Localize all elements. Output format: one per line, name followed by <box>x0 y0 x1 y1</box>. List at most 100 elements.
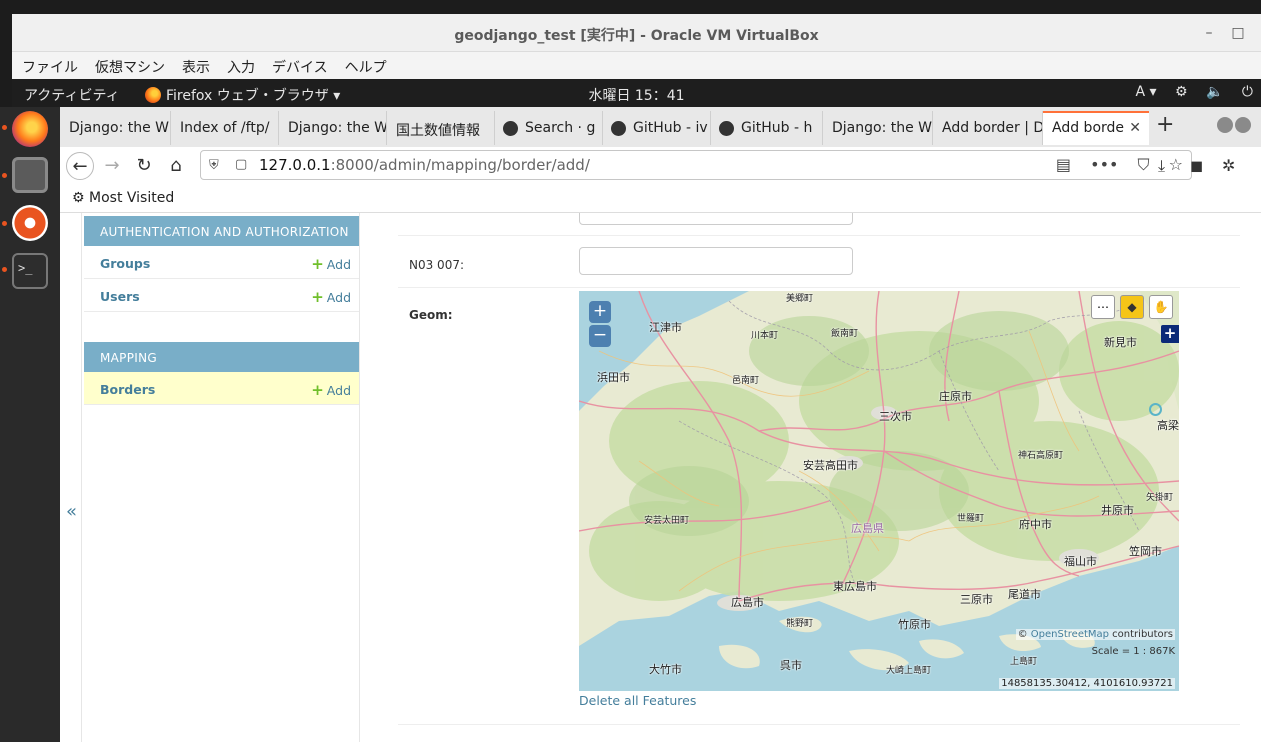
add-borders-link[interactable]: + Add <box>311 381 351 399</box>
reload-button[interactable]: ↻ <box>130 152 158 180</box>
osm-link[interactable]: OpenStreetMap <box>1031 629 1109 640</box>
download-icon[interactable]: ⤓ <box>1158 156 1165 176</box>
tab-kokudo[interactable]: 国土数値情報 <box>387 111 495 145</box>
maximize-button[interactable]: □ <box>1228 23 1248 43</box>
nav-sidebar-toggle[interactable]: « <box>60 213 82 742</box>
bookmarks-toolbar: ⚙ Most Visited <box>60 183 1261 213</box>
add-label: Add <box>326 290 351 305</box>
module-mapping: MAPPING Borders + Add <box>84 342 359 405</box>
n03-007-input[interactable] <box>579 247 853 275</box>
bookmark-star-icon[interactable]: ☆ <box>1169 155 1183 174</box>
tab-github-2[interactable]: GitHub - h <box>711 111 823 145</box>
tab-label: GitHub - iv <box>633 120 708 136</box>
clock[interactable]: 水曜日 15：41 <box>12 85 1261 105</box>
back-button[interactable]: ← <box>66 152 94 180</box>
delete-all-features-link[interactable]: Delete all Features <box>579 693 696 708</box>
tab-django-1[interactable]: Django: the W <box>60 111 171 145</box>
map-label: 美郷町 <box>786 294 814 304</box>
new-tab-button[interactable]: + <box>1156 112 1174 137</box>
url-host: 127.0.0.1 <box>259 156 331 174</box>
map-label: 川本町 <box>751 331 779 341</box>
add-label: Add <box>326 257 351 272</box>
tab-github-search[interactable]: Search · g <box>495 111 603 145</box>
tab-django-2[interactable]: Django: the W <box>279 111 387 145</box>
module-auth: AUTHENTICATION AND AUTHORIZATION Groups … <box>84 216 359 312</box>
form-row-n03-007: N03 007: <box>398 236 1240 288</box>
reader-view-icon[interactable]: ▤ <box>1056 155 1071 174</box>
map-label: 呉市 <box>780 659 802 672</box>
django-admin-page: « AUTHENTICATION AND AUTHORIZATION Group… <box>60 213 1261 742</box>
input-method-indicator[interactable]: A ▾ <box>1136 84 1157 100</box>
draw-point-tool-icon[interactable]: ⋯ <box>1091 295 1115 319</box>
tab-github-1[interactable]: GitHub - iv <box>603 111 711 145</box>
close-window-icon[interactable] <box>1235 117 1251 133</box>
extension-icon[interactable]: ◼ <box>1190 156 1203 175</box>
module-caption[interactable]: MAPPING <box>84 342 359 372</box>
most-visited-bookmark[interactable]: ⚙ Most Visited <box>72 190 174 206</box>
system-tray[interactable]: A ▾ ⚙ 🔈 ⏻ <box>1122 84 1254 100</box>
pocket-icon[interactable]: ⛉ <box>1138 155 1150 174</box>
zoom-in-button[interactable]: + <box>589 301 611 323</box>
software-dock-icon[interactable] <box>12 205 48 241</box>
menu-file[interactable]: ファイル <box>12 52 85 77</box>
model-link-groups[interactable]: Groups <box>100 256 150 271</box>
add-users-link[interactable]: + Add <box>311 288 351 306</box>
map-label: 安芸高田市 <box>803 459 858 472</box>
tab-index-ftp[interactable]: Index of /ftp/ <box>171 111 279 145</box>
pan-tool-icon[interactable]: ✋ <box>1149 295 1173 319</box>
url-text[interactable]: 127.0.0.1:8000/admin/mapping/border/add/ <box>259 156 590 174</box>
github-icon <box>503 121 518 136</box>
menu-devices[interactable]: デバイス <box>262 52 335 77</box>
page-info-icon[interactable]: ▢ <box>235 157 247 172</box>
close-icon[interactable]: ✕ <box>1129 120 1141 136</box>
map-label: 矢掛町 <box>1146 493 1174 503</box>
map-label: 新見市 <box>1104 336 1137 349</box>
menu-help[interactable]: ヘルプ <box>335 52 394 77</box>
url-bar[interactable]: ⛨ ▢ 127.0.0.1:8000/admin/mapping/border/… <box>200 150 1192 180</box>
field-label-n03-007: N03 007: <box>409 258 465 272</box>
zoom-out-button[interactable]: − <box>589 325 611 347</box>
volume-icon[interactable]: 🔈 <box>1206 84 1223 100</box>
model-link-borders[interactable]: Borders <box>100 382 155 397</box>
menu-input[interactable]: 入力 <box>217 52 262 77</box>
tab-label: GitHub - h <box>741 120 813 136</box>
page-actions-icon[interactable]: ••• <box>1090 155 1118 174</box>
running-indicator <box>2 125 7 130</box>
collapse-icon[interactable]: « <box>66 501 77 522</box>
ubuntu-dock: >_ <box>0 107 60 742</box>
terminal-dock-icon[interactable]: >_ <box>12 253 48 289</box>
gnome-topbar: アクティビティ Firefox ウェブ・ブラウザ ▾ 水曜日 15：41 A ▾… <box>12 79 1261 107</box>
tab-strip: Django: the W Index of /ftp/ Django: the… <box>60 107 1261 147</box>
running-indicator <box>2 267 7 272</box>
menu-machine[interactable]: 仮想マシン <box>85 52 172 77</box>
draw-polygon-tool-icon[interactable]: ◆ <box>1120 295 1144 319</box>
tab-label: 国土数値情報 <box>396 123 480 139</box>
map-label: 井原市 <box>1101 504 1134 517</box>
add-groups-link[interactable]: + Add <box>311 255 351 273</box>
openlayers-map[interactable]: + − ⋯ ◆ ✋ + 美郷町 江津市 川本町 飯南町 新見市 浜田市 邑南町 … <box>579 291 1179 691</box>
home-button[interactable]: ⌂ <box>162 152 190 180</box>
model-link-users[interactable]: Users <box>100 289 140 304</box>
plus-icon: + <box>311 288 324 306</box>
tab-add-border-1[interactable]: Add border | D <box>933 111 1043 145</box>
menu-view[interactable]: 表示 <box>172 52 217 77</box>
vbox-window-titlebar: geodjango_test [実行中] - Oracle VM Virtual… <box>12 14 1261 52</box>
power-icon[interactable]: ⏻ <box>1242 84 1253 100</box>
firefox-dock-icon[interactable] <box>12 111 48 147</box>
shield-icon[interactable]: ⛨ <box>209 158 219 173</box>
map-scale: Scale = 1 : 867K <box>1091 646 1175 657</box>
minimize-icon[interactable] <box>1217 117 1233 133</box>
layer-switcher-icon[interactable]: + <box>1161 325 1179 343</box>
tab-add-border-active[interactable]: Add borde ✕ <box>1043 111 1149 145</box>
forward-button[interactable]: → <box>98 152 126 180</box>
tab-django-3[interactable]: Django: the W <box>823 111 933 145</box>
files-dock-icon[interactable] <box>12 157 48 193</box>
map-label: 尾道市 <box>1008 588 1041 601</box>
tab-label: Add border | D <box>942 120 1043 136</box>
map-label: 世羅町 <box>957 514 985 524</box>
minimize-button[interactable]: – <box>1199 23 1219 43</box>
network-icon[interactable]: ⚙ <box>1175 84 1188 100</box>
text-input-previous[interactable] <box>579 213 853 225</box>
extension-2-icon[interactable]: ✲ <box>1222 156 1235 175</box>
module-caption[interactable]: AUTHENTICATION AND AUTHORIZATION <box>84 216 359 246</box>
